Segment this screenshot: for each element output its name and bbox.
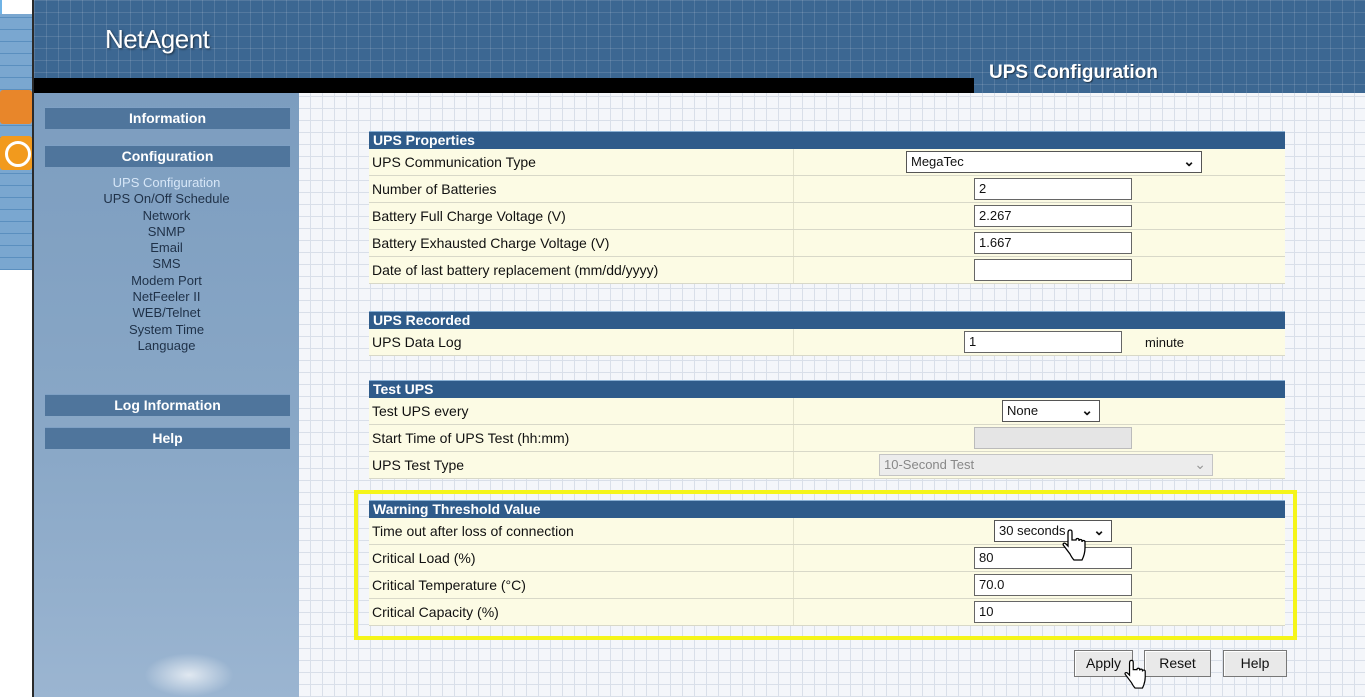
table-row: Battery Exhausted Charge Voltage (V) 1.6… (369, 230, 1285, 257)
sidebar-header-information[interactable]: Information (45, 107, 290, 129)
exhausted-voltage-input[interactable]: 1.667 (974, 232, 1132, 254)
field-label: Date of last battery replacement (mm/dd/… (372, 262, 659, 278)
field-label: Start Time of UPS Test (hh:mm) (372, 430, 570, 446)
chevron-down-icon: ⌄ (1194, 456, 1206, 472)
ups-properties-section: UPS Properties UPS Communication Type Me… (369, 131, 1285, 284)
data-log-input[interactable]: 1 (964, 331, 1122, 353)
sidebar-item-modem-port[interactable]: Modem Port (34, 273, 299, 289)
sidebar-item-ups-schedule[interactable]: UPS On/Off Schedule (34, 191, 299, 207)
netagent-app: NetAgent UPS Configuration Information C… (32, 0, 1365, 697)
sidebar-item-web-telnet[interactable]: WEB/Telnet (34, 305, 299, 321)
reset-button[interactable]: Reset (1144, 650, 1211, 677)
sidebar-header-configuration[interactable]: Configuration (45, 145, 290, 167)
section-title: UPS Recorded (369, 311, 1285, 329)
table-row: Date of last battery replacement (mm/dd/… (369, 257, 1285, 284)
field-label: UPS Communication Type (372, 154, 536, 170)
netagent-logo: NetAgent (105, 24, 210, 54)
app-icon (0, 136, 32, 170)
ups-recorded-section: UPS Recorded UPS Data Log 1 minute (369, 311, 1285, 356)
field-label: Number of Batteries (372, 181, 497, 197)
start-time-input[interactable] (974, 427, 1132, 449)
select-value: None (1007, 403, 1039, 418)
help-button[interactable]: Help (1223, 650, 1287, 677)
hand-cursor-icon (1124, 659, 1146, 689)
data-log-unit: minute (1145, 335, 1185, 350)
replacement-date-input[interactable] (974, 259, 1132, 281)
sidebar-item-netfeeler[interactable]: NetFeeler II (34, 289, 299, 305)
table-row: UPS Test Type 10-Second Test ⌄ (369, 452, 1285, 479)
folder-icon (0, 90, 32, 124)
sidebar-item-system-time[interactable]: System Time (34, 322, 299, 338)
test-type-select[interactable]: 10-Second Test ⌄ (879, 454, 1213, 476)
table-row: UPS Data Log 1 minute (369, 329, 1285, 356)
chevron-down-icon: ⌄ (1183, 153, 1195, 169)
sidebar-header-help[interactable]: Help (45, 427, 290, 449)
sidebar-item-network[interactable]: Network (34, 208, 299, 224)
table-row: Start Time of UPS Test (hh:mm) (369, 425, 1285, 452)
highlight-box (354, 490, 1297, 640)
field-label: UPS Data Log (372, 334, 462, 350)
sidebar-item-language[interactable]: Language (34, 338, 299, 354)
test-every-select[interactable]: None ⌄ (1002, 400, 1100, 422)
full-charge-voltage-input[interactable]: 2.267 (974, 205, 1132, 227)
sidebar-decoration (144, 653, 234, 697)
section-title: Test UPS (369, 380, 1285, 398)
sidebar-config-links: UPS Configuration UPS On/Off Schedule Ne… (34, 175, 299, 354)
page-title: UPS Configuration (989, 62, 1158, 83)
sidebar: Information Configuration UPS Configurat… (34, 93, 299, 697)
select-value: 10-Second Test (884, 457, 975, 472)
table-row: Number of Batteries 2 (369, 176, 1285, 203)
communication-type-select[interactable]: MegaTec ⌄ (906, 151, 1202, 173)
chevron-down-icon: ⌄ (1081, 402, 1093, 418)
table-row: Battery Full Charge Voltage (V) 2.267 (369, 203, 1285, 230)
sidebar-item-sms[interactable]: SMS (34, 256, 299, 272)
table-row: Test UPS every None ⌄ (369, 398, 1285, 425)
num-batteries-input[interactable]: 2 (974, 178, 1132, 200)
field-label: Test UPS every (372, 403, 469, 419)
table-row: UPS Communication Type MegaTec ⌄ (369, 149, 1285, 176)
sidebar-header-log-information[interactable]: Log Information (45, 394, 290, 416)
field-label: Battery Exhausted Charge Voltage (V) (372, 235, 610, 251)
field-label: Battery Full Charge Voltage (V) (372, 208, 566, 224)
sidebar-item-snmp[interactable]: SNMP (34, 224, 299, 240)
field-label: UPS Test Type (372, 457, 465, 473)
header: NetAgent UPS Configuration (34, 0, 1365, 93)
section-title: UPS Properties (369, 131, 1285, 149)
test-ups-section: Test UPS Test UPS every None ⌄ Start Tim… (369, 380, 1285, 479)
hand-cursor-icon (1062, 529, 1086, 561)
sidebar-item-email[interactable]: Email (34, 240, 299, 256)
sidebar-item-ups-configuration[interactable]: UPS Configuration (34, 175, 299, 191)
header-bar (34, 78, 974, 93)
select-value: MegaTec (911, 154, 964, 169)
